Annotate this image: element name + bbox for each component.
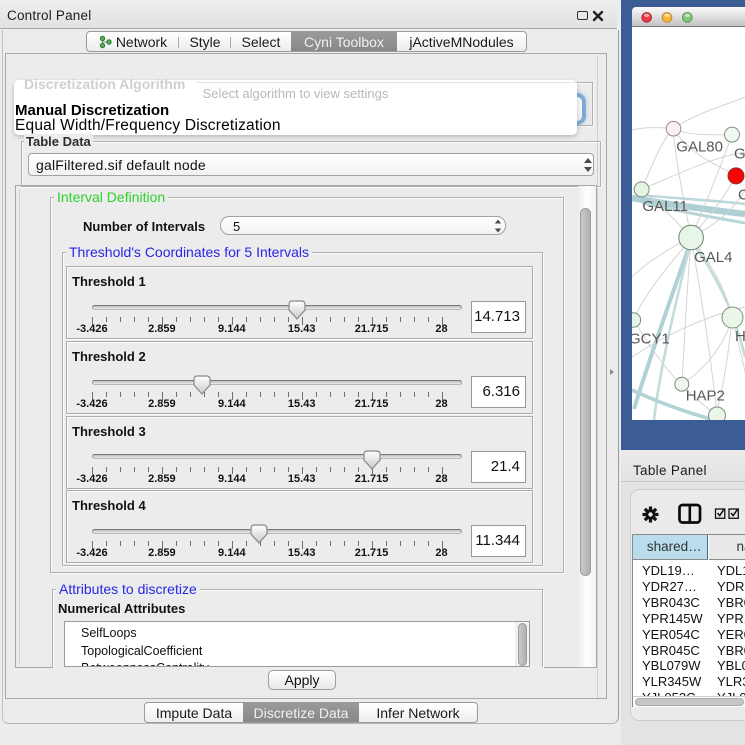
svg-text:GAL11: GAL11 [642, 198, 688, 215]
svg-text:G.: G. [734, 145, 745, 162]
svg-text:GAL80: GAL80 [676, 139, 723, 156]
svg-text:C: C [738, 187, 745, 204]
svg-text:HAP2: HAP2 [686, 388, 725, 405]
svg-text:GCY1: GCY1 [632, 331, 670, 348]
svg-text:GAL4: GAL4 [694, 249, 732, 266]
svg-text:H: H [735, 328, 745, 345]
